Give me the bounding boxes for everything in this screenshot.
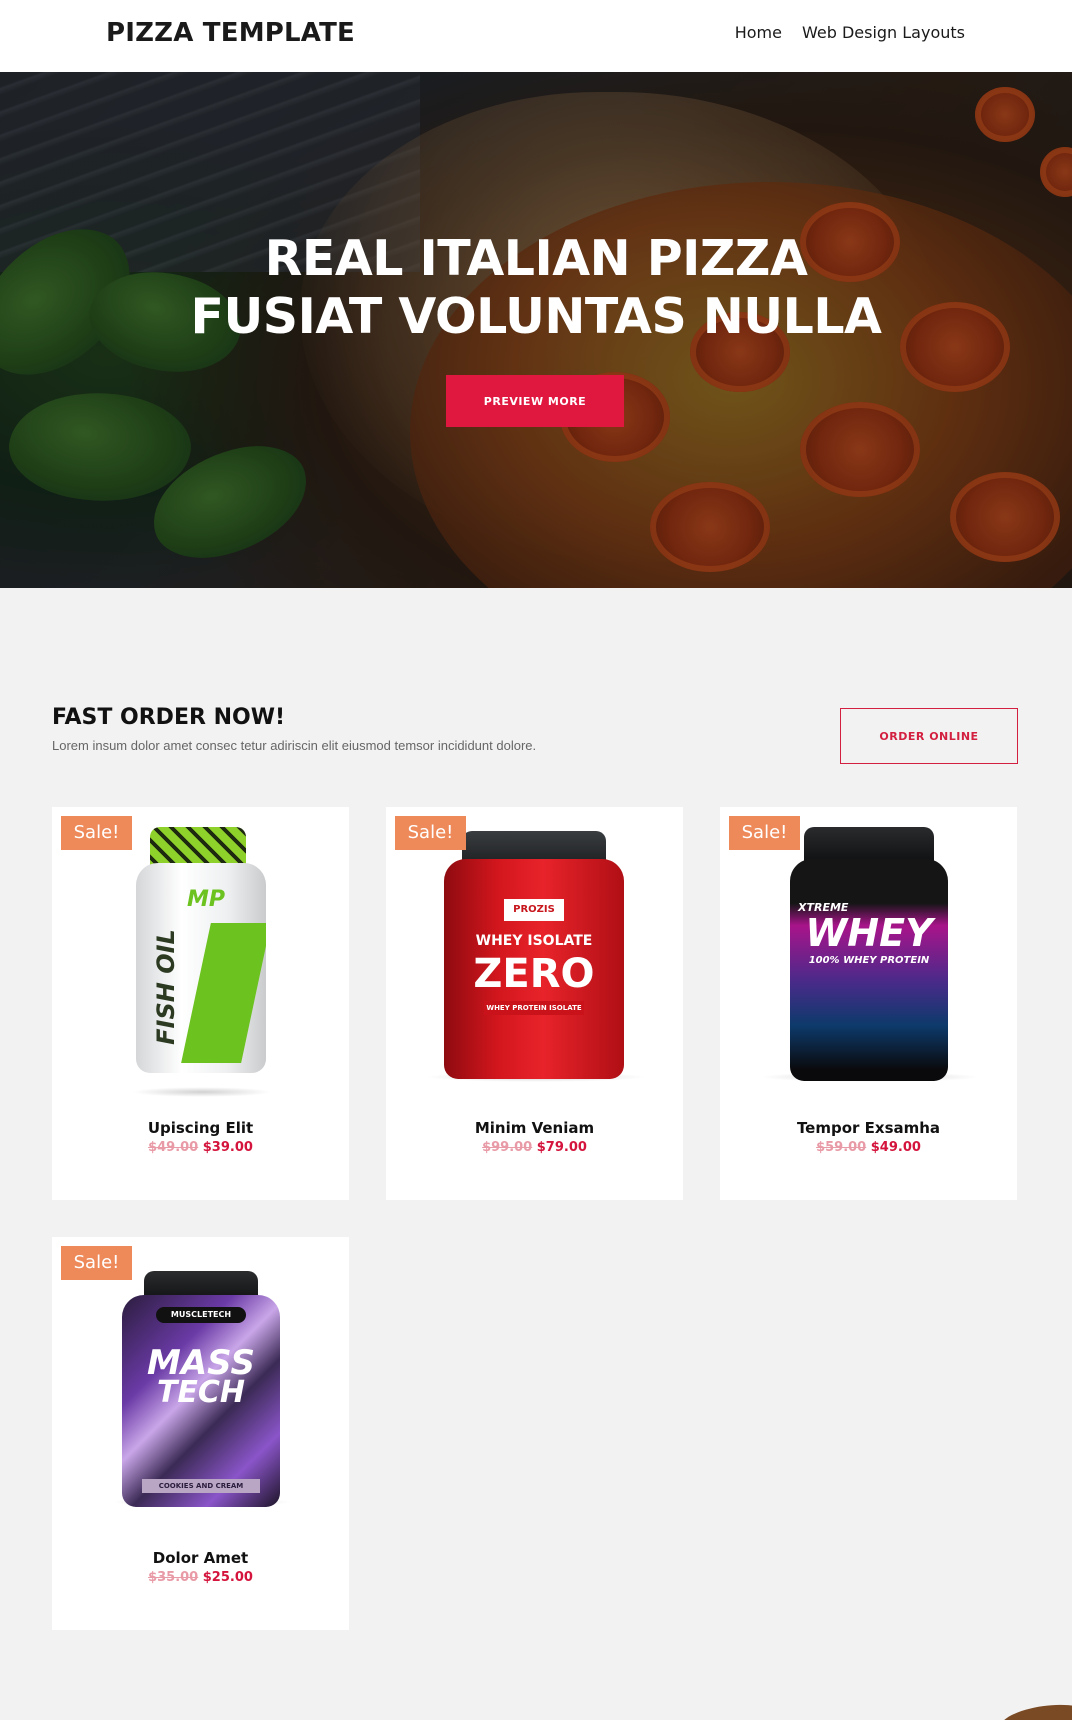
product-name[interactable]: Minim Veniam — [386, 1119, 683, 1137]
product-price: $59.00 $49.00 — [720, 1140, 1017, 1155]
product-price: $35.00 $25.00 — [52, 1570, 349, 1585]
sale-price: $79.00 — [536, 1140, 587, 1155]
section-subtitle: Lorem insum dolor amet consec tetur adir… — [52, 738, 537, 753]
sale-badge: Sale! — [729, 816, 800, 850]
sale-price: $49.00 — [870, 1140, 921, 1155]
product-name[interactable]: Upiscing Elit — [52, 1119, 349, 1137]
product-card[interactable]: XTREME WHEY 100% WHEY PROTEIN Sale! Temp… — [720, 807, 1017, 1200]
old-price: $49.00 — [148, 1140, 199, 1155]
old-price: $59.00 — [816, 1140, 867, 1155]
hero-title-line1: REAL ITALIAN PIZZA — [264, 230, 808, 287]
product-image[interactable]: MUSCLETECH MASS TECH COOKIES AND CREAM — [122, 1271, 280, 1511]
sale-price: $39.00 — [202, 1140, 253, 1155]
nav-home[interactable]: Home — [735, 23, 782, 42]
section-title: FAST ORDER NOW! — [52, 705, 285, 730]
product-image[interactable]: XTREME WHEY 100% WHEY PROTEIN — [790, 827, 948, 1087]
sale-badge: Sale! — [395, 816, 466, 850]
product-name[interactable]: Tempor Exsamha — [720, 1119, 1017, 1137]
main-nav: Home Web Design Layouts — [735, 23, 965, 42]
product-card[interactable]: MP FISH OIL Sale! Upiscing Elit $49.00 $… — [52, 807, 349, 1200]
site-header: PIZZA TEMPLATE Home Web Design Layouts — [0, 0, 1072, 72]
hero-title-line2: FUSIAT VOLUNTAS NULLA — [190, 288, 882, 345]
sale-price: $25.00 — [202, 1570, 253, 1585]
product-name[interactable]: Dolor Amet — [52, 1549, 349, 1567]
sale-badge: Sale! — [61, 816, 132, 850]
old-price: $35.00 — [148, 1570, 199, 1585]
preview-more-button[interactable]: PREVIEW MORE — [446, 375, 624, 427]
product-image[interactable]: MP FISH OIL — [134, 823, 266, 1093]
product-price: $99.00 $79.00 — [386, 1140, 683, 1155]
product-image[interactable]: PROZIS WHEY ISOLATE ZERO WHEY PROTEIN IS… — [444, 829, 624, 1089]
hero-banner: REAL ITALIAN PIZZA FUSIAT VOLUNTAS NULLA… — [0, 72, 1072, 588]
sale-badge: Sale! — [61, 1246, 132, 1280]
old-price: $99.00 — [482, 1140, 533, 1155]
decorative-image-edge — [998, 1699, 1072, 1720]
site-logo[interactable]: PIZZA TEMPLATE — [106, 18, 355, 48]
product-card[interactable]: PROZIS WHEY ISOLATE ZERO WHEY PROTEIN IS… — [386, 807, 683, 1200]
order-online-button[interactable]: ORDER ONLINE — [840, 708, 1018, 764]
product-card[interactable]: MUSCLETECH MASS TECH COOKIES AND CREAM S… — [52, 1237, 349, 1630]
product-price: $49.00 $39.00 — [52, 1140, 349, 1155]
nav-web-design-layouts[interactable]: Web Design Layouts — [802, 23, 965, 42]
